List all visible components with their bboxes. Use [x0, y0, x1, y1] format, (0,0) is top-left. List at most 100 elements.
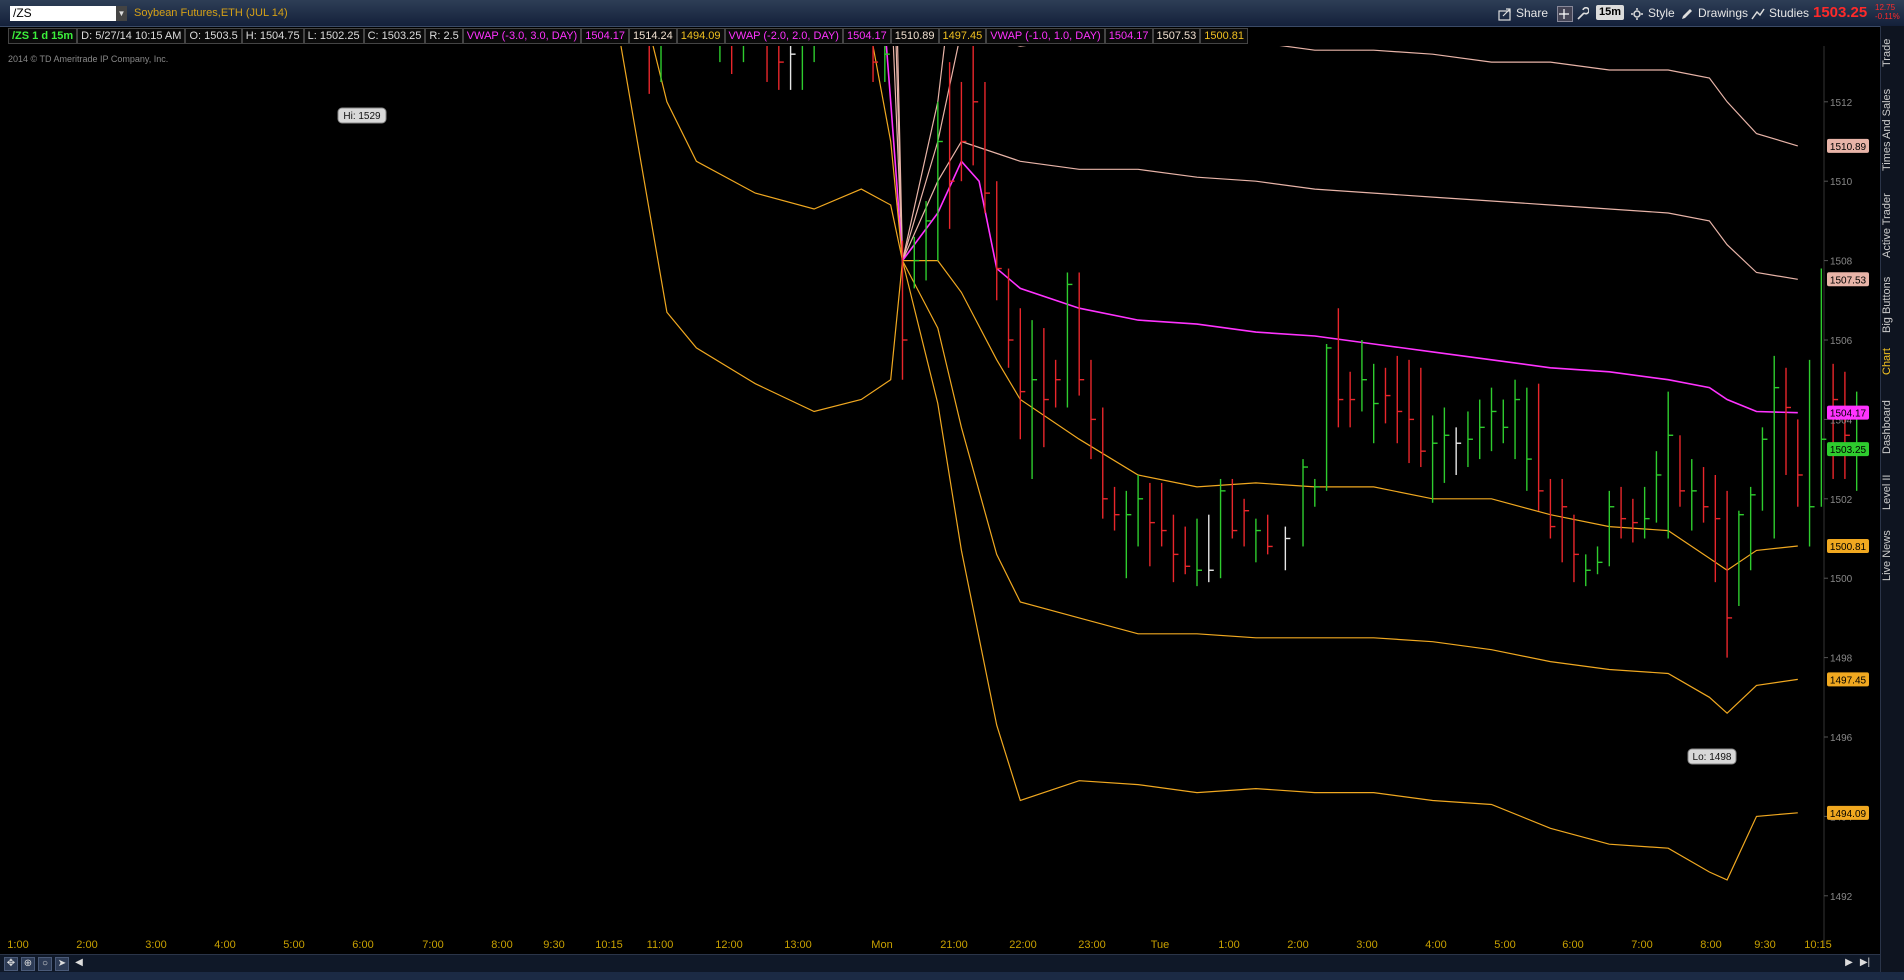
instrument-description: Soybean Futures,ETH (JUL 14)	[134, 7, 288, 19]
studies-button[interactable]: Studies	[1751, 4, 1809, 22]
x-tick-label: 12:00	[715, 939, 743, 951]
x-tick-label: 9:30	[543, 939, 564, 951]
pan-icon[interactable]: ✥	[4, 957, 18, 971]
x-tick-label: 2:00	[1287, 939, 1308, 951]
net-change-percent: -0.11%	[1875, 12, 1900, 21]
vwap3-lower-value: 1500.81	[1200, 28, 1249, 44]
y-tick-label: 1498	[1830, 654, 1853, 665]
bar-high: H: 1504.75	[241, 28, 304, 44]
vwap1-lower-value: 1494.09	[676, 28, 725, 44]
share-label: Share	[1516, 6, 1549, 20]
vwap3-study-label[interactable]: VWAP (-1.0, 1.0, DAY)	[986, 28, 1105, 44]
symbol-period[interactable]: /ZS 1 d 15m	[8, 28, 78, 44]
pencil-icon	[1680, 7, 1694, 21]
vwap1-upper-value: 1514.24	[629, 28, 677, 44]
price-label: 1503.25	[1830, 445, 1867, 456]
style-button[interactable]: Style	[1630, 4, 1675, 22]
x-tick-label: 5:00	[1494, 939, 1515, 951]
bar-range: R: 2.5	[425, 28, 463, 44]
last-price: 1503.25	[1813, 4, 1868, 21]
zoom-icon[interactable]: ⊕	[21, 957, 35, 971]
bar-low: L: 1502.25	[303, 28, 364, 44]
symbol-input[interactable]: /ZS	[10, 6, 116, 21]
y-tick-label: 1502	[1830, 495, 1853, 506]
x-tick-label: 10:15	[1804, 939, 1832, 951]
sidebar-tab-times-and-sales[interactable]: Times And Sales	[1881, 84, 1904, 176]
x-tick-label: 11:00	[647, 939, 674, 951]
series-line	[620, 46, 1798, 881]
x-tick-label: 4:00	[1425, 939, 1446, 951]
vwap2-upper-value: 1510.89	[890, 28, 939, 44]
x-tick-label: 8:00	[1700, 939, 1721, 951]
share-icon	[1498, 7, 1512, 21]
timeframe-button[interactable]: 15m	[1596, 5, 1625, 20]
x-tick-label: 3:00	[1356, 939, 1377, 951]
net-change-value: 12.75	[1875, 3, 1896, 12]
sidebar-tab-active-trader[interactable]: Active Trader	[1881, 184, 1904, 268]
y-tick-label: 1510	[1830, 177, 1853, 188]
series-line	[652, 46, 1798, 715]
vwap1-study-label[interactable]: VWAP (-3.0, 3.0, DAY)	[462, 28, 582, 44]
x-tick-label: 7:00	[422, 939, 443, 951]
y-tick-label: 1508	[1830, 257, 1853, 268]
magnifier-icon[interactable]: ○	[38, 957, 52, 971]
x-tick-label: 5:00	[283, 939, 304, 951]
chart-info-bar: /ZS 1 d 15m D: 5/27/14 10:15 AM O: 1503.…	[8, 28, 1249, 44]
net-change: 12.75 -0.11%	[1875, 3, 1900, 21]
sidebar-tab-big-buttons[interactable]: Big Buttons	[1881, 276, 1904, 334]
vwap2-study-label[interactable]: VWAP (-2.0, 2.0, DAY)	[724, 28, 843, 44]
vwap3-upper-value: 1507.53	[1152, 28, 1201, 44]
vwap1-value: 1504.17	[581, 28, 629, 44]
x-tick-label: 4:00	[214, 939, 235, 951]
studies-label: Studies	[1769, 6, 1810, 20]
sidebar-tab-live-news[interactable]: Live News	[1881, 528, 1904, 584]
series-line	[892, 46, 1798, 280]
x-tick-label: 9:30	[1754, 939, 1775, 951]
window-frame	[0, 972, 1904, 980]
crosshair-tool-button[interactable]	[1557, 4, 1577, 22]
vwap2-value: 1504.17	[842, 28, 891, 44]
y-tick-label: 1496	[1830, 733, 1853, 744]
vwap2-lower-value: 1497.45	[938, 28, 987, 44]
x-tick-label: 3:00	[145, 939, 166, 951]
sidebar-tab-dashboard[interactable]: Dashboard	[1881, 396, 1904, 458]
scroll-left-icon[interactable]: ◀	[72, 957, 86, 971]
x-tick-label: 8:00	[491, 939, 512, 951]
x-tick-label: 23:00	[1078, 939, 1106, 951]
price-label: 1494.09	[1830, 809, 1867, 820]
price-label: 1504.17	[1830, 409, 1867, 420]
x-tick-label: 13:00	[784, 939, 812, 951]
symbol-dropdown-icon[interactable]: ▼	[116, 6, 127, 21]
x-tick-label: Tue	[1151, 939, 1170, 951]
y-tick-label: 1500	[1830, 574, 1853, 585]
settings-button[interactable]	[1575, 4, 1593, 22]
y-tick-label: 1492	[1830, 892, 1853, 903]
drawings-button[interactable]: Drawings	[1680, 4, 1748, 22]
bar-date: D: 5/27/14 10:15 AM	[77, 28, 186, 44]
scroll-right-icon[interactable]: ▶	[1842, 957, 1856, 971]
bottom-toolbar: ✥ ⊕ ○ ➤ ◀ ▶ ▶|	[0, 954, 1880, 973]
extreme-label: Hi: 1529	[343, 111, 381, 122]
bar-open: O: 1503.5	[185, 28, 242, 44]
sidebar-tab-level-ii[interactable]: Level II	[1881, 466, 1904, 518]
price-label: 1497.45	[1830, 675, 1867, 686]
x-tick-label: 6:00	[1562, 939, 1583, 951]
x-tick-label: 2:00	[76, 939, 97, 951]
price-label: 1510.89	[1830, 142, 1867, 153]
style-icon	[1630, 7, 1644, 21]
extreme-label: Lo: 1498	[1693, 752, 1732, 763]
price-chart[interactable]: 1492149414961498150015021504150615081510…	[0, 46, 1880, 954]
x-tick-label: 6:00	[352, 939, 373, 951]
series-line	[885, 46, 1798, 414]
wrench-icon	[1575, 6, 1590, 21]
crosshair-icon	[1557, 5, 1573, 22]
scroll-end-icon[interactable]: ▶|	[1858, 957, 1872, 971]
sidebar-tab-trade[interactable]: Trade	[1881, 32, 1904, 74]
bar-close: C: 1503.25	[363, 28, 426, 44]
share-button[interactable]: Share	[1498, 4, 1548, 22]
x-tick-label: 21:00	[940, 939, 968, 951]
sidebar-tab-chart[interactable]: Chart	[1881, 342, 1904, 382]
x-tick-label: 7:00	[1631, 939, 1652, 951]
cursor-icon[interactable]: ➤	[55, 957, 69, 971]
vwap3-value: 1504.17	[1104, 28, 1153, 44]
